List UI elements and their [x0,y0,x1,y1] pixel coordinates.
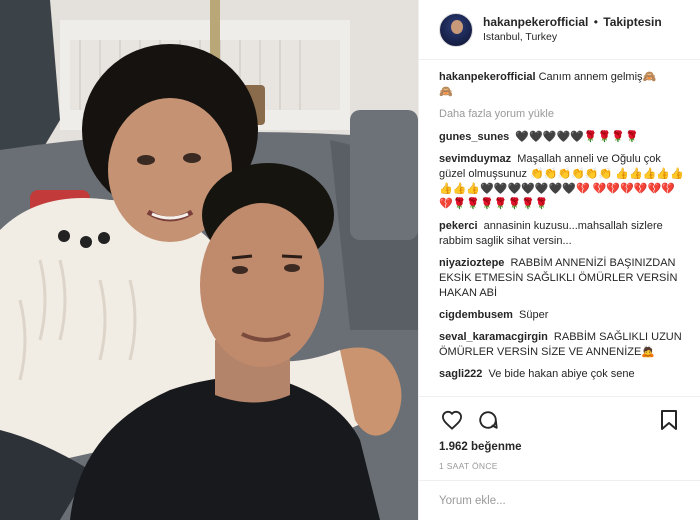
comment-item: sagli222 Ve bide hakan abiye çok sene [439,367,686,382]
follow-status-button[interactable]: Takiptesin [603,15,661,29]
comment-input[interactable] [439,494,686,507]
comment-bubble-icon[interactable] [475,407,501,433]
location-link[interactable]: Istanbul, Turkey [483,30,662,45]
comments-section[interactable]: hakanpekerofficial Canım annem gelmiş🙈 🙈 … [419,64,700,394]
comment-text: Ve bide hakan abiye çok sene [488,368,635,380]
comment-username[interactable]: gunes_sunes [439,131,509,143]
caption: hakanpekerofficial Canım annem gelmiş🙈 🙈 [439,70,686,100]
comment-username[interactable]: pekerci [439,220,478,232]
comment-username[interactable]: cigdembusem [439,309,513,321]
comment-item: niyazioztepe RABBİM ANNENİZİ BAŞINIZDAN … [439,256,686,301]
avatar[interactable] [439,12,473,47]
heart-icon[interactable] [439,407,465,433]
add-comment-bar [419,480,700,520]
header-text: hakanpekerofficial • Takiptesin Istanbul… [483,15,662,45]
comment-item: sevimduymaz Maşallah anneli ve Oğulu çok… [439,152,686,212]
post-timestamp: 1 SAAT ÖNCE [439,461,498,471]
likes-count[interactable]: 1.962 beğenme [439,441,686,453]
action-icons-row [439,405,686,435]
photo-illustration [0,0,418,520]
comment-username[interactable]: sevimduymaz [439,153,511,165]
caption-text-line2: 🙈 [439,86,453,98]
comment-text: 🖤🖤🖤🖤🖤🌹🌹🌹🌹 [515,131,639,143]
header-username[interactable]: hakanpekerofficial [483,15,588,29]
caption-username[interactable]: hakanpekerofficial [439,71,536,83]
post-sidebar: hakanpekerofficial • Takiptesin Istanbul… [418,0,700,520]
comment-username[interactable]: seval_karamacgirgin [439,331,548,343]
comment-item: pekerci annasinin kuzusu...mahsallah siz… [439,219,686,249]
comment-text: Süper [519,309,549,321]
comment-username[interactable]: niyazioztepe [439,257,504,269]
comment-username[interactable]: sagli222 [439,368,482,380]
comment-item: seval_karamacgirgin RABBİM SAĞLIKLI UZUN… [439,330,686,360]
bookmark-icon[interactable] [656,407,682,433]
comment-item: cigdembusem Süper [439,308,686,323]
header-top-line: hakanpekerofficial • Takiptesin [483,15,662,30]
load-more-comments-link[interactable]: Daha fazla yorum yükle [439,107,686,122]
caption-text: Canım annem gelmiş🙈 [538,71,657,83]
post-header: hakanpekerofficial • Takiptesin Istanbul… [419,0,700,60]
post-actions: 1.962 beğenme 1 SAAT ÖNCE [419,396,700,471]
comment-item: gunes_sunes 🖤🖤🖤🖤🖤🌹🌹🌹🌹 [439,130,686,145]
post-photo[interactable] [0,0,418,520]
header-separator: • [593,14,598,29]
